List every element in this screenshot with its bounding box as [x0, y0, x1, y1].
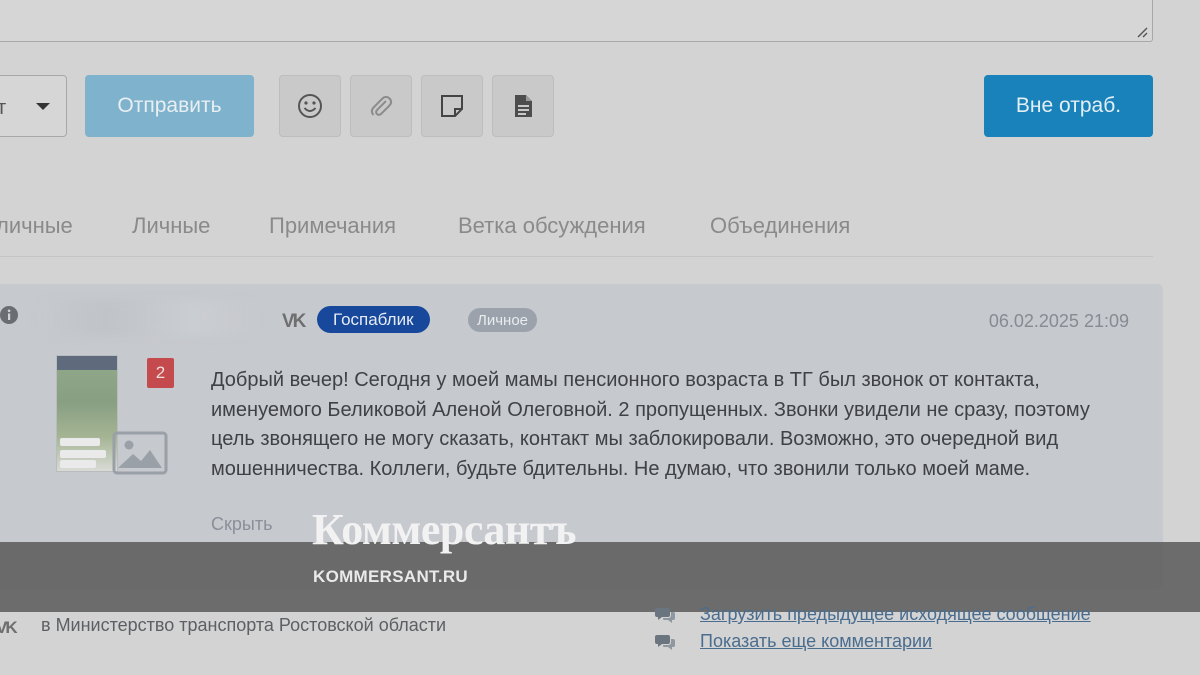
watermark-logo: Коммерсантъ — [312, 505, 577, 554]
tab-merges[interactable]: Объединения — [710, 213, 850, 239]
image-icon[interactable] — [111, 430, 169, 476]
resize-grip-icon[interactable] — [1136, 26, 1148, 38]
tab-non-personal[interactable]: личные — [0, 213, 73, 239]
recipient-label: в Министерство транспорта Ростовской обл… — [41, 615, 447, 635]
watermark-site: KOMMERSANT.RU — [313, 567, 469, 586]
tab-notes[interactable]: Примечания — [269, 213, 396, 239]
comments-icon — [655, 608, 675, 623]
note-button[interactable] — [421, 75, 483, 137]
sticky-note-icon — [441, 95, 463, 117]
attachment-count-badge: 2 — [147, 358, 174, 388]
smiley-icon — [298, 94, 322, 118]
caret-down-icon — [36, 103, 50, 110]
load-previous-message-link[interactable]: Загрузить предыдущее исходящее сообщение — [700, 604, 1091, 625]
away-status-button[interactable]: Вне отраб. — [984, 75, 1153, 137]
reply-textarea[interactable] — [0, 0, 1153, 42]
template-select[interactable]: т — [0, 75, 67, 137]
tab-personal[interactable]: Личные — [132, 213, 210, 239]
hide-link[interactable]: Скрыть — [211, 514, 272, 535]
template-select-value: т — [0, 97, 7, 119]
info-icon[interactable] — [0, 306, 18, 324]
emoji-button[interactable] — [279, 75, 341, 137]
author-name-blurred — [40, 300, 260, 336]
message-text: Добрый вечер! Сегодня у моей мамы пенсио… — [211, 369, 1090, 480]
watermark-band — [0, 542, 1200, 612]
attach-button[interactable] — [350, 75, 412, 137]
message-type-badge: Личное — [468, 308, 538, 332]
source-badge: Госпаблик — [317, 306, 430, 333]
show-more-comments-link[interactable]: Показать еще комментарии — [700, 631, 932, 652]
vk-icon: VK — [0, 618, 18, 637]
comments-icon — [655, 635, 675, 650]
message-datetime: 06.02.2025 21:09 — [988, 311, 1129, 331]
vk-icon: VK — [282, 311, 306, 332]
document-icon — [515, 95, 532, 117]
document-button[interactable] — [492, 75, 554, 137]
attachment-thumbnail[interactable] — [56, 355, 118, 472]
tabs-divider — [0, 256, 1153, 257]
paperclip-icon — [370, 95, 393, 116]
send-button[interactable]: Отправить — [85, 75, 254, 137]
tab-discussion-thread[interactable]: Ветка обсуждения — [458, 213, 646, 239]
